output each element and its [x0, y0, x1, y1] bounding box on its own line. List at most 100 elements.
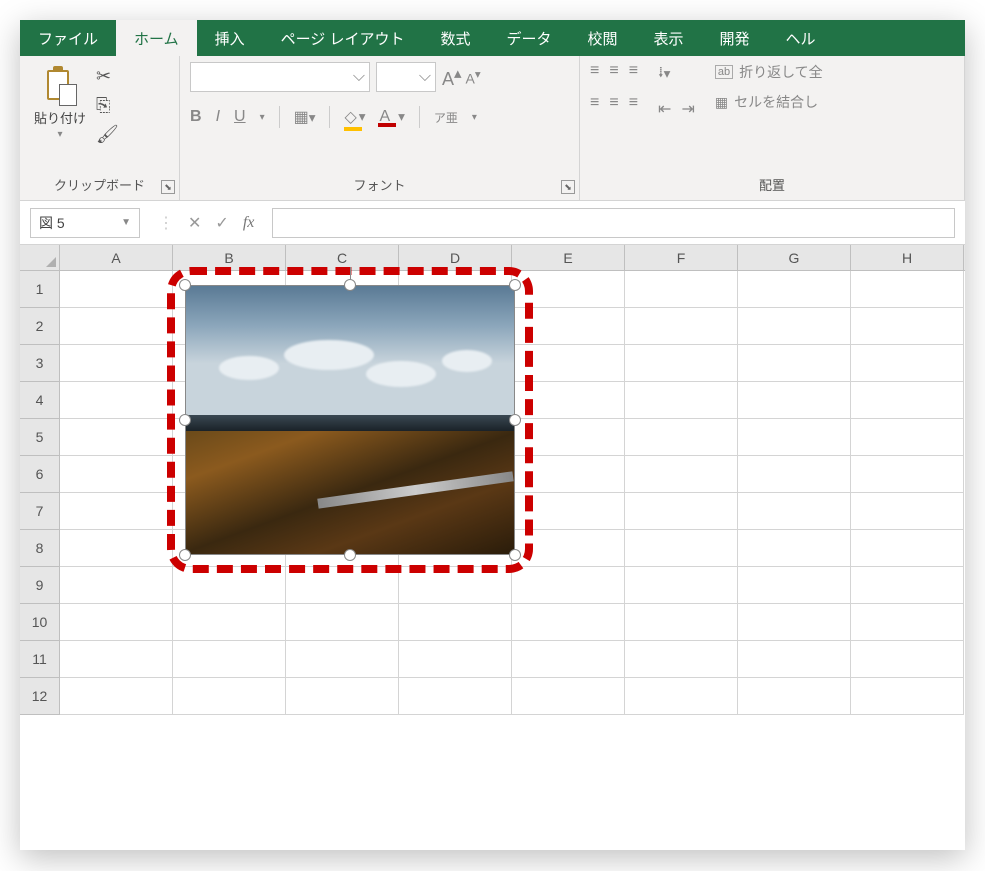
col-header-e[interactable]: E: [512, 245, 625, 270]
cell[interactable]: [399, 567, 512, 604]
cell[interactable]: [399, 678, 512, 715]
borders-button[interactable]: ▦▾: [294, 107, 316, 127]
fill-color-button[interactable]: ◇▾: [344, 107, 365, 127]
cell[interactable]: [512, 678, 625, 715]
tab-home[interactable]: ホーム: [116, 20, 197, 56]
font-color-button[interactable]: A▾: [379, 107, 404, 127]
cell[interactable]: [60, 345, 173, 382]
cell[interactable]: [60, 530, 173, 567]
cell[interactable]: [399, 604, 512, 641]
tab-view[interactable]: 表示: [636, 20, 702, 56]
resize-handle-br[interactable]: [509, 549, 521, 561]
row-header-9[interactable]: 9: [20, 567, 60, 604]
cell[interactable]: [286, 604, 399, 641]
tab-page-layout[interactable]: ページ レイアウト: [263, 20, 423, 56]
resize-handle-ml[interactable]: [179, 414, 191, 426]
align-bottom-button[interactable]: ≡: [629, 62, 638, 80]
increase-font-button[interactable]: A▴: [442, 64, 462, 90]
cell[interactable]: [851, 678, 964, 715]
cell[interactable]: [738, 493, 851, 530]
row-header-6[interactable]: 6: [20, 456, 60, 493]
cell[interactable]: [851, 604, 964, 641]
cell[interactable]: [60, 271, 173, 308]
paste-button[interactable]: 貼り付け ▾: [30, 62, 90, 144]
cell[interactable]: [625, 456, 738, 493]
cell[interactable]: [738, 641, 851, 678]
cell[interactable]: [625, 419, 738, 456]
row-header-7[interactable]: 7: [20, 493, 60, 530]
col-header-h[interactable]: H: [851, 245, 964, 270]
cell[interactable]: [625, 308, 738, 345]
cell[interactable]: [399, 641, 512, 678]
cell[interactable]: [625, 567, 738, 604]
col-header-a[interactable]: A: [60, 245, 173, 270]
increase-indent-button[interactable]: ⇥: [681, 99, 694, 119]
resize-handle-bm[interactable]: [344, 549, 356, 561]
cell[interactable]: [60, 382, 173, 419]
formula-input[interactable]: [272, 208, 955, 238]
cell[interactable]: [60, 641, 173, 678]
cell[interactable]: [851, 530, 964, 567]
decrease-indent-button[interactable]: ⇤: [658, 99, 671, 119]
wrap-text-button[interactable]: ab 折り返して全: [715, 62, 823, 82]
font-dialog-launcher[interactable]: ⬊: [561, 180, 575, 194]
cell[interactable]: [851, 419, 964, 456]
cell[interactable]: [625, 530, 738, 567]
resize-handle-bl[interactable]: [179, 549, 191, 561]
cell[interactable]: [851, 567, 964, 604]
cell[interactable]: [625, 271, 738, 308]
cell[interactable]: [286, 567, 399, 604]
cell[interactable]: [60, 419, 173, 456]
name-box[interactable]: 図 5 ▼: [30, 208, 140, 238]
cell[interactable]: [851, 456, 964, 493]
cell[interactable]: [851, 382, 964, 419]
cell[interactable]: [60, 456, 173, 493]
cell[interactable]: [286, 678, 399, 715]
cell[interactable]: [512, 567, 625, 604]
cell[interactable]: [738, 419, 851, 456]
cell[interactable]: [738, 456, 851, 493]
cell[interactable]: [60, 567, 173, 604]
cell[interactable]: [60, 493, 173, 530]
tab-developer[interactable]: 開発: [702, 20, 768, 56]
cell[interactable]: [738, 567, 851, 604]
font-name-dropdown[interactable]: ⌵: [190, 62, 370, 92]
tab-insert[interactable]: 挿入: [197, 20, 263, 56]
cell[interactable]: [851, 493, 964, 530]
cell[interactable]: [625, 678, 738, 715]
cell[interactable]: [512, 456, 625, 493]
cell[interactable]: [625, 382, 738, 419]
cell[interactable]: [512, 308, 625, 345]
select-all-corner[interactable]: [20, 245, 60, 270]
cell[interactable]: [512, 604, 625, 641]
phonetic-guide-button[interactable]: ア亜: [434, 109, 458, 126]
resize-handle-tm[interactable]: [344, 279, 356, 291]
cell[interactable]: [173, 604, 286, 641]
row-header-2[interactable]: 2: [20, 308, 60, 345]
align-center-button[interactable]: ≡: [609, 94, 618, 112]
cell[interactable]: [512, 382, 625, 419]
col-header-b[interactable]: B: [173, 245, 286, 270]
row-header-12[interactable]: 12: [20, 678, 60, 715]
cell[interactable]: [625, 604, 738, 641]
cell[interactable]: [738, 530, 851, 567]
row-header-1[interactable]: 1: [20, 271, 60, 308]
merge-cells-button[interactable]: ▦ セルを結合し: [715, 92, 823, 112]
resize-handle-tr[interactable]: [509, 279, 521, 291]
cancel-button[interactable]: ✕: [188, 213, 201, 233]
cell[interactable]: [738, 271, 851, 308]
cell[interactable]: [851, 271, 964, 308]
cell[interactable]: [286, 641, 399, 678]
landscape-image[interactable]: [185, 285, 515, 555]
col-header-d[interactable]: D: [399, 245, 512, 270]
cell[interactable]: [512, 419, 625, 456]
align-middle-button[interactable]: ≡: [609, 62, 618, 80]
align-left-button[interactable]: ≡: [590, 94, 599, 112]
copy-button[interactable]: ⎘: [96, 95, 119, 116]
col-header-f[interactable]: F: [625, 245, 738, 270]
row-header-10[interactable]: 10: [20, 604, 60, 641]
cell[interactable]: [851, 308, 964, 345]
cell[interactable]: [738, 345, 851, 382]
cell[interactable]: [512, 530, 625, 567]
row-header-8[interactable]: 8: [20, 530, 60, 567]
